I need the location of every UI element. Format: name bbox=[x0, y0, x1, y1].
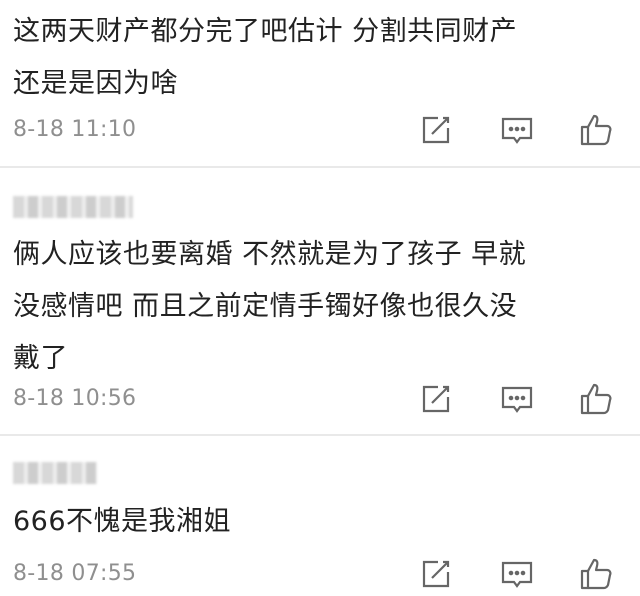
reply-button[interactable] bbox=[499, 112, 535, 148]
comment-text: 666不愧是我湘姐 bbox=[13, 496, 628, 548]
like-button[interactable] bbox=[578, 556, 614, 592]
comment-time: 8-18 07:55 bbox=[13, 561, 137, 586]
username-blurred bbox=[13, 196, 133, 218]
reply-button[interactable] bbox=[499, 556, 535, 592]
comment-icon bbox=[501, 386, 533, 413]
edit-icon bbox=[422, 385, 450, 413]
comment-text: 这两天财产都分完了吧估计 分割共同财产 还是是因为啥 bbox=[13, 6, 628, 110]
like-button[interactable] bbox=[578, 112, 614, 148]
like-button[interactable] bbox=[578, 381, 614, 417]
comment-line: 666不愧是我湘姐 bbox=[13, 506, 232, 537]
edit-button[interactable] bbox=[418, 381, 454, 417]
edit-icon bbox=[422, 116, 450, 144]
comment-line: 戴了 bbox=[13, 343, 68, 374]
comment-line: 没感情吧 而且之前定情手镯好像也很久没 bbox=[13, 291, 518, 322]
comment-meta: 8-18 10:56 bbox=[13, 381, 628, 421]
edit-button[interactable] bbox=[418, 556, 454, 592]
divider bbox=[0, 434, 640, 436]
comment-line: 这两天财产都分完了吧估计 分割共同财产 bbox=[13, 16, 518, 47]
thumbs-up-icon bbox=[580, 558, 612, 590]
reply-button[interactable] bbox=[499, 381, 535, 417]
comment-line: 俩人应该也要离婚 不然就是为了孩子 早就 bbox=[13, 239, 527, 270]
comment-time: 8-18 10:56 bbox=[13, 386, 137, 411]
thumbs-up-icon bbox=[580, 383, 612, 415]
comment-meta: 8-18 07:55 bbox=[13, 556, 628, 596]
edit-button[interactable] bbox=[418, 112, 454, 148]
edit-icon bbox=[422, 560, 450, 588]
comment-text: 俩人应该也要离婚 不然就是为了孩子 早就 没感情吧 而且之前定情手镯好像也很久没… bbox=[13, 229, 628, 385]
comment-icon bbox=[501, 561, 533, 588]
comment-line: 还是是因为啥 bbox=[13, 68, 178, 99]
comment-time: 8-18 11:10 bbox=[13, 117, 137, 142]
comment-meta: 8-18 11:10 bbox=[13, 112, 628, 152]
username-blurred bbox=[13, 462, 97, 484]
divider bbox=[0, 166, 640, 168]
comment-icon bbox=[501, 117, 533, 144]
thumbs-up-icon bbox=[580, 114, 612, 146]
